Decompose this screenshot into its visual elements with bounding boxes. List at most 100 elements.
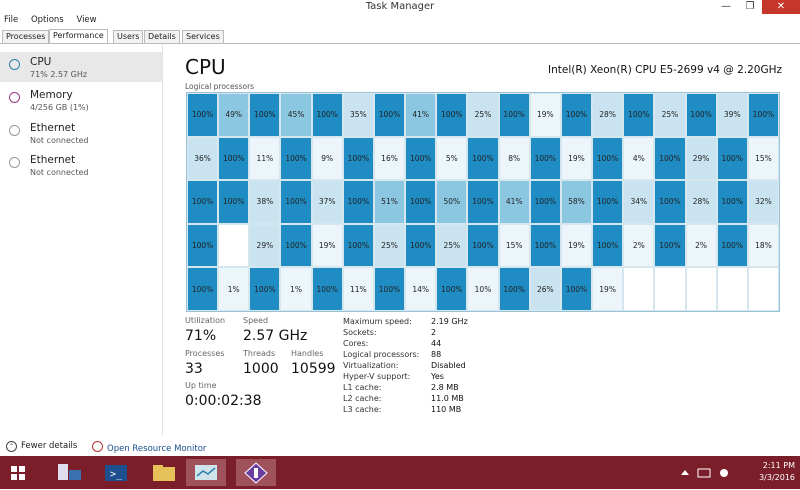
core-cell: 28% <box>592 93 624 137</box>
sidebar-item-ethernet-1[interactable]: Ethernet Not connected <box>0 118 162 148</box>
menu-view[interactable]: View <box>76 14 96 27</box>
core-cell: 100% <box>467 223 499 268</box>
core-cell: 100% <box>373 267 406 311</box>
clock[interactable]: 2:11 PM 3/3/2016 <box>759 460 795 484</box>
threads-label: Threads <box>243 349 276 358</box>
file-explorer-icon[interactable] <box>144 459 184 486</box>
core-cell: 36% <box>187 136 219 181</box>
sidebar-item-sub: 71% 2.57 GHz <box>30 70 88 79</box>
taskbar: >_ 2:11 PM 3/3/2016 <box>0 456 800 489</box>
core-cell <box>218 223 250 268</box>
core-cell: 34% <box>623 180 655 224</box>
core-cell: 100% <box>560 267 593 311</box>
core-cell: 100% <box>436 93 468 137</box>
tab-users[interactable]: Users <box>113 30 144 43</box>
core-cell: 38% <box>249 180 281 224</box>
core-cell: 100% <box>405 223 437 268</box>
sidebar-item-sub: Not connected <box>30 168 89 177</box>
open-resource-monitor-link[interactable]: Open Resource Monitor <box>92 441 206 454</box>
core-cell: 100% <box>716 223 748 268</box>
core-cell: 19% <box>560 136 593 181</box>
menu-options[interactable]: Options <box>31 14 64 27</box>
minimize-icon[interactable]: — <box>714 0 738 14</box>
app-icon[interactable] <box>236 459 276 486</box>
core-cell: 100% <box>249 267 281 311</box>
handles-label: Handles <box>291 349 324 358</box>
task-manager-taskbar-button[interactable] <box>186 459 226 486</box>
core-cell: 25% <box>654 93 686 137</box>
core-cell: 100% <box>529 136 561 181</box>
core-cell: 100% <box>592 180 624 224</box>
core-cell: 15% <box>747 136 779 181</box>
menu-bar: File Options View <box>0 14 800 28</box>
core-cell: 15% <box>498 223 530 268</box>
core-cell: 51% <box>373 180 406 224</box>
core-cell: 2% <box>623 223 655 268</box>
processes-value: 33 <box>185 361 203 377</box>
core-cell: 19% <box>560 223 593 268</box>
core-cell: 100% <box>218 180 250 224</box>
tab-strip: Processes Performance Users Details Serv… <box>0 28 800 44</box>
uptime-label: Up time <box>185 381 217 390</box>
core-cell: 100% <box>716 136 748 181</box>
core-cell: 16% <box>373 136 406 181</box>
performance-panel: CPU Intel(R) Xeon(R) CPU E5-2699 v4 @ 2.… <box>185 55 782 414</box>
logical-processor-grid: 100% 49% 100% 45% 100% 35% 100% 41% 100% 25% 100% 1… <box>186 92 780 312</box>
core-cell: 100% <box>747 93 779 137</box>
core-cell: 100% <box>311 267 343 311</box>
sidebar: CPU 71% 2.57 GHz Memory 4/256 GB (1%) Et… <box>0 44 163 436</box>
core-cell: 9% <box>311 136 343 181</box>
start-button[interactable] <box>0 459 38 486</box>
core-cell: 100% <box>405 180 437 224</box>
close-icon[interactable]: ✕ <box>762 0 800 14</box>
utilization-label: Utilization <box>185 316 226 325</box>
core-cell: 49% <box>218 93 250 137</box>
open-resource-monitor-label: Open Resource Monitor <box>107 444 207 454</box>
tab-performance[interactable]: Performance <box>49 29 108 43</box>
handles-value: 10599 <box>291 361 336 377</box>
core-cell: 32% <box>747 180 779 224</box>
core-cell: 25% <box>467 93 499 137</box>
core-cell: 5% <box>436 136 468 181</box>
tab-details[interactable]: Details <box>144 30 180 43</box>
core-cell: 100% <box>592 136 624 181</box>
core-cell: 2% <box>685 223 717 268</box>
core-cell: 39% <box>716 93 748 137</box>
menu-file[interactable]: File <box>4 14 18 27</box>
core-cell: 14% <box>405 267 437 311</box>
core-cell: 29% <box>685 136 717 181</box>
powershell-icon[interactable]: >_ <box>96 459 136 486</box>
core-cell: 28% <box>685 180 717 224</box>
server-manager-icon[interactable] <box>48 459 88 486</box>
tab-processes[interactable]: Processes <box>2 30 50 43</box>
core-cell: 100% <box>467 136 499 181</box>
core-cell: 29% <box>249 223 281 268</box>
sidebar-item-ethernet-2[interactable]: Ethernet Not connected <box>0 150 162 180</box>
logical-processors-label: Logical processors <box>185 82 255 91</box>
core-cell: 100% <box>654 180 686 224</box>
core-cell: 100% <box>654 223 686 268</box>
windows-logo-icon <box>11 466 25 480</box>
fewer-details-button[interactable]: ⌃ Fewer details <box>6 441 77 452</box>
sidebar-item-label: Memory <box>30 89 73 101</box>
core-cell: 19% <box>592 267 624 311</box>
core-cell: 50% <box>436 180 468 224</box>
core-cell: 19% <box>311 223 343 268</box>
memory-graph-icon <box>9 92 20 103</box>
core-cell: 41% <box>405 93 437 137</box>
tab-services[interactable]: Services <box>182 30 224 43</box>
speed-value: 2.57 GHz <box>243 328 308 344</box>
sidebar-item-memory[interactable]: Memory 4/256 GB (1%) <box>0 85 162 115</box>
core-cell <box>623 267 655 311</box>
core-cell: 100% <box>529 180 561 224</box>
core-cell: 100% <box>187 267 219 311</box>
system-tray-icons[interactable] <box>678 465 738 479</box>
core-cell: 100% <box>685 93 717 137</box>
core-cell: 100% <box>342 223 374 268</box>
sidebar-item-cpu[interactable]: CPU 71% 2.57 GHz <box>0 52 162 82</box>
core-cell: 100% <box>187 223 219 268</box>
page-title: CPU <box>185 55 226 79</box>
resource-monitor-icon <box>92 441 103 452</box>
restore-icon[interactable]: ❐ <box>738 0 762 14</box>
core-cell: 100% <box>623 93 655 137</box>
